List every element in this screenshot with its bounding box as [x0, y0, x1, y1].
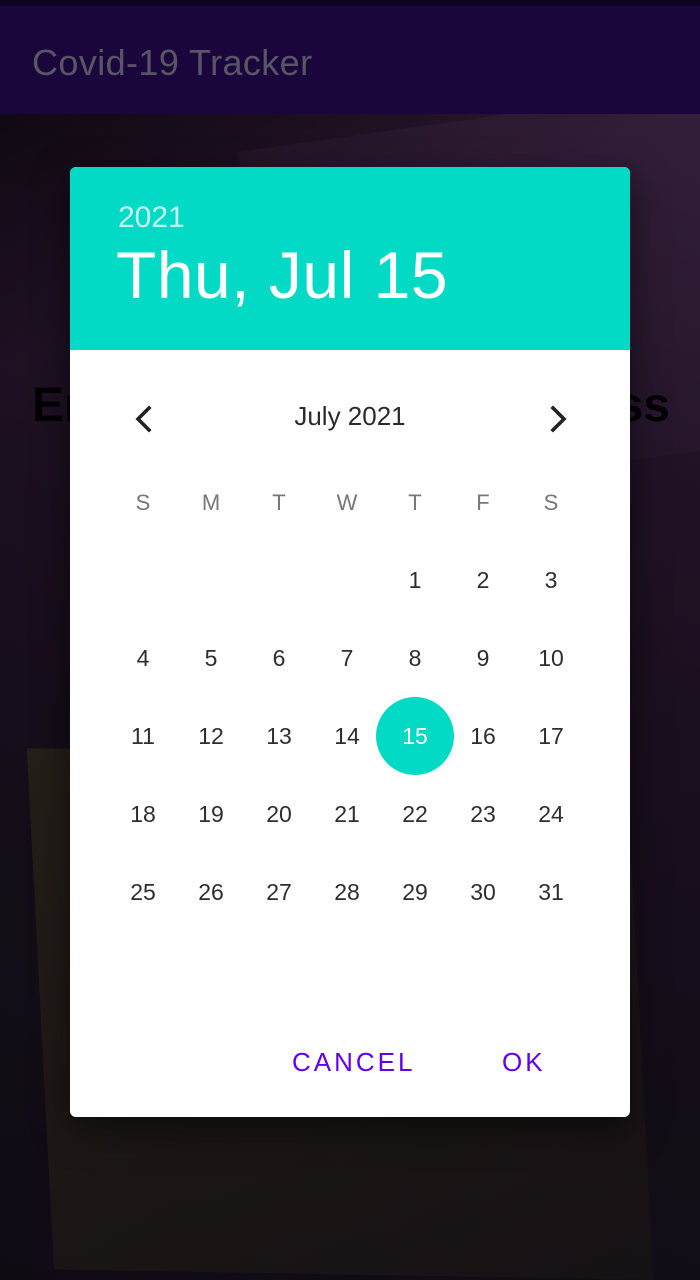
cancel-button[interactable]: CANCEL — [292, 1047, 415, 1078]
calendar-week: 25 26 27 28 29 30 31 — [109, 853, 585, 931]
day-cell[interactable]: 10 — [517, 619, 585, 697]
weekday-label: T — [272, 490, 286, 515]
selected-day-cell[interactable]: 15 — [376, 697, 454, 775]
day-cell[interactable]: 13 — [245, 697, 313, 775]
day-cell[interactable]: 2 — [449, 541, 517, 619]
empty-day-cell — [313, 541, 381, 619]
weekday-label: S — [135, 490, 151, 515]
weekday-label: M — [201, 490, 221, 515]
day-cell[interactable]: 8 — [381, 619, 449, 697]
day-cell[interactable]: 5 — [177, 619, 245, 697]
day-cell[interactable]: 29 — [381, 853, 449, 931]
day-cell[interactable]: 9 — [449, 619, 517, 697]
day-cell[interactable]: 6 — [245, 619, 313, 697]
weekday-header: S M T W T F S — [109, 490, 585, 524]
day-cell[interactable]: 30 — [449, 853, 517, 931]
day-cell[interactable]: 27 — [245, 853, 313, 931]
day-cell[interactable]: 12 — [177, 697, 245, 775]
day-cell[interactable]: 11 — [109, 697, 177, 775]
day-cell[interactable]: 3 — [517, 541, 585, 619]
day-cell[interactable]: 7 — [313, 619, 381, 697]
date-picker-dialog: 2021 Thu, Jul 15 July 2021 S M T W T F S — [70, 167, 630, 1117]
day-cell[interactable]: 1 — [381, 541, 449, 619]
weekday-label: W — [336, 490, 358, 515]
day-cell[interactable]: 21 — [313, 775, 381, 853]
weekday-label: F — [476, 490, 490, 515]
dialog-actions: CANCEL OK — [70, 1039, 630, 1089]
calendar-week: 18 19 20 21 22 23 24 — [109, 775, 585, 853]
weekday-label: S — [543, 490, 559, 515]
day-cell[interactable]: 25 — [109, 853, 177, 931]
day-cell[interactable]: 17 — [517, 697, 585, 775]
month-navigation: July 2021 — [70, 389, 630, 445]
day-cell[interactable]: 26 — [177, 853, 245, 931]
day-cell[interactable]: 28 — [313, 853, 381, 931]
next-month-button[interactable] — [536, 397, 580, 441]
day-cell[interactable]: 4 — [109, 619, 177, 697]
day-cell[interactable]: 23 — [449, 775, 517, 853]
day-cell[interactable]: 31 — [517, 853, 585, 931]
selected-year[interactable]: 2021 — [118, 201, 185, 235]
selected-date: Thu, Jul 15 — [116, 238, 449, 312]
day-cell[interactable]: 14 — [313, 697, 381, 775]
empty-day-cell — [177, 541, 245, 619]
day-cell[interactable]: 22 — [381, 775, 449, 853]
empty-day-cell — [109, 541, 177, 619]
weekday-label: T — [408, 490, 422, 515]
ok-button[interactable]: OK — [502, 1047, 546, 1078]
date-picker-header: 2021 Thu, Jul 15 — [70, 167, 630, 350]
day-cell[interactable]: 16 — [449, 697, 517, 775]
day-cell[interactable]: 18 — [109, 775, 177, 853]
calendar-week: 4 5 6 7 8 9 10 — [109, 619, 585, 697]
day-cell[interactable]: 24 — [517, 775, 585, 853]
calendar-grid: 1 2 3 4 5 6 7 8 9 10 11 12 13 14 15 16 1… — [109, 541, 585, 931]
calendar-week: 11 12 13 14 15 16 17 — [109, 697, 585, 775]
chevron-right-icon — [550, 405, 567, 433]
calendar-week: 1 2 3 — [109, 541, 585, 619]
day-cell[interactable]: 20 — [245, 775, 313, 853]
empty-day-cell — [245, 541, 313, 619]
day-cell[interactable]: 19 — [177, 775, 245, 853]
